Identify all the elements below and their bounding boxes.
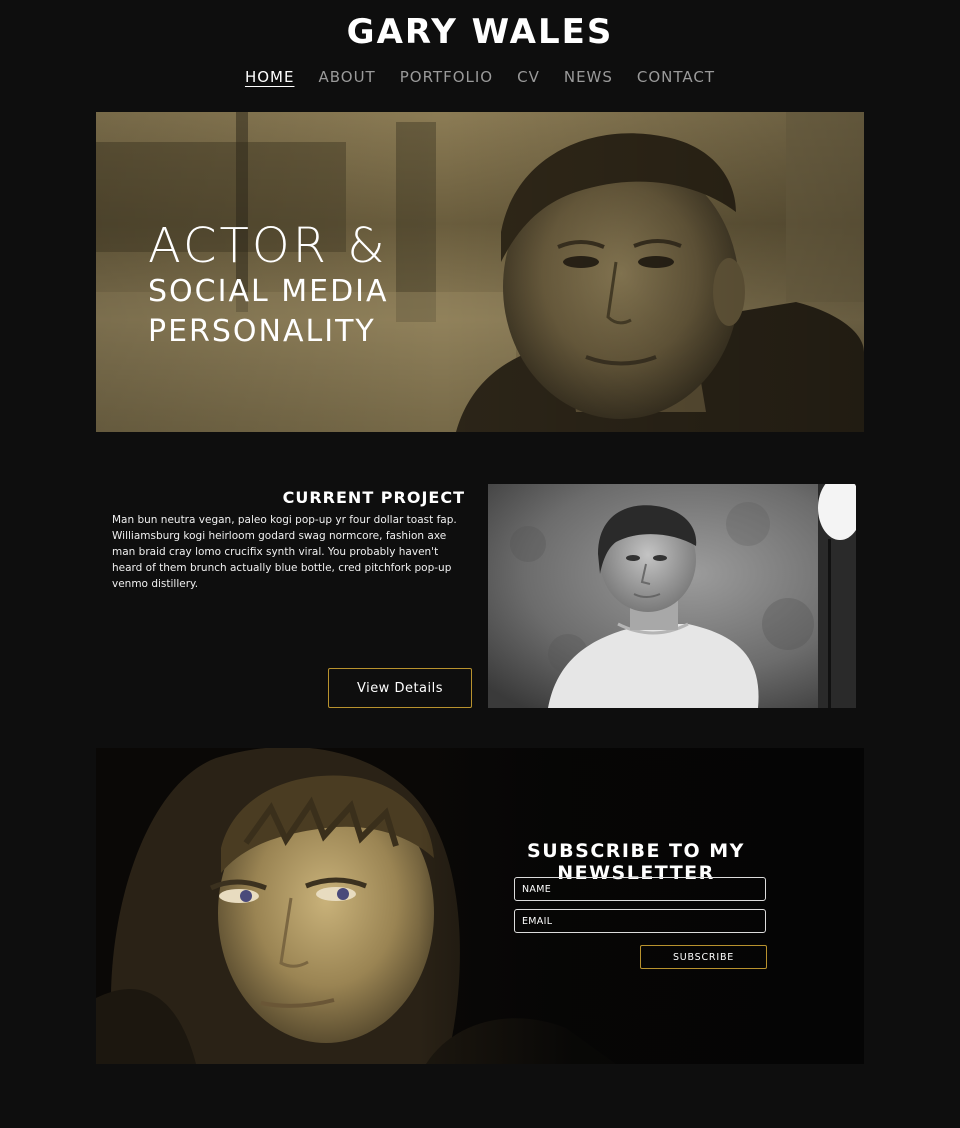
newsletter-portrait-photo xyxy=(96,748,864,1064)
nav-item-cv[interactable]: CV xyxy=(517,68,540,90)
hero-headline: ACTOR & SOCIAL MEDIA PERSONALITY xyxy=(148,220,389,352)
nav-item-news[interactable]: NEWS xyxy=(564,68,613,90)
nav-item-portfolio[interactable]: PORTFOLIO xyxy=(400,68,493,90)
project-description: Man bun neutra vegan, paleo kogi pop-up … xyxy=(112,514,457,590)
main-nav: HOME ABOUT PORTFOLIO CV NEWS CONTACT xyxy=(0,68,960,90)
hero-line-personality: PERSONALITY xyxy=(148,314,376,349)
project-photo xyxy=(488,484,856,708)
project-title: CURRENT PROJECT xyxy=(282,488,465,507)
hero-line-actor: ACTOR & xyxy=(148,218,388,274)
nav-item-contact[interactable]: CONTACT xyxy=(637,68,715,90)
hero-banner: ACTOR & SOCIAL MEDIA PERSONALITY xyxy=(96,112,864,432)
subscribe-button[interactable]: SUBSCRIBE xyxy=(640,945,767,969)
nav-item-about[interactable]: ABOUT xyxy=(318,68,375,90)
newsletter-section: SUBSCRIBE TO MY NEWSLETTER SUBSCRIBE xyxy=(96,748,864,1064)
email-field[interactable] xyxy=(514,909,766,933)
view-details-button[interactable]: View Details xyxy=(328,668,472,708)
name-field[interactable] xyxy=(514,877,766,901)
project-photo-image xyxy=(488,484,856,708)
nav-item-home[interactable]: HOME xyxy=(245,68,295,90)
site-title[interactable]: GARY WALES xyxy=(0,12,960,52)
hero-line-social-media: SOCIAL MEDIA xyxy=(148,274,389,309)
current-project-section: CURRENT PROJECT Man bun neutra vegan, pa… xyxy=(96,484,864,708)
